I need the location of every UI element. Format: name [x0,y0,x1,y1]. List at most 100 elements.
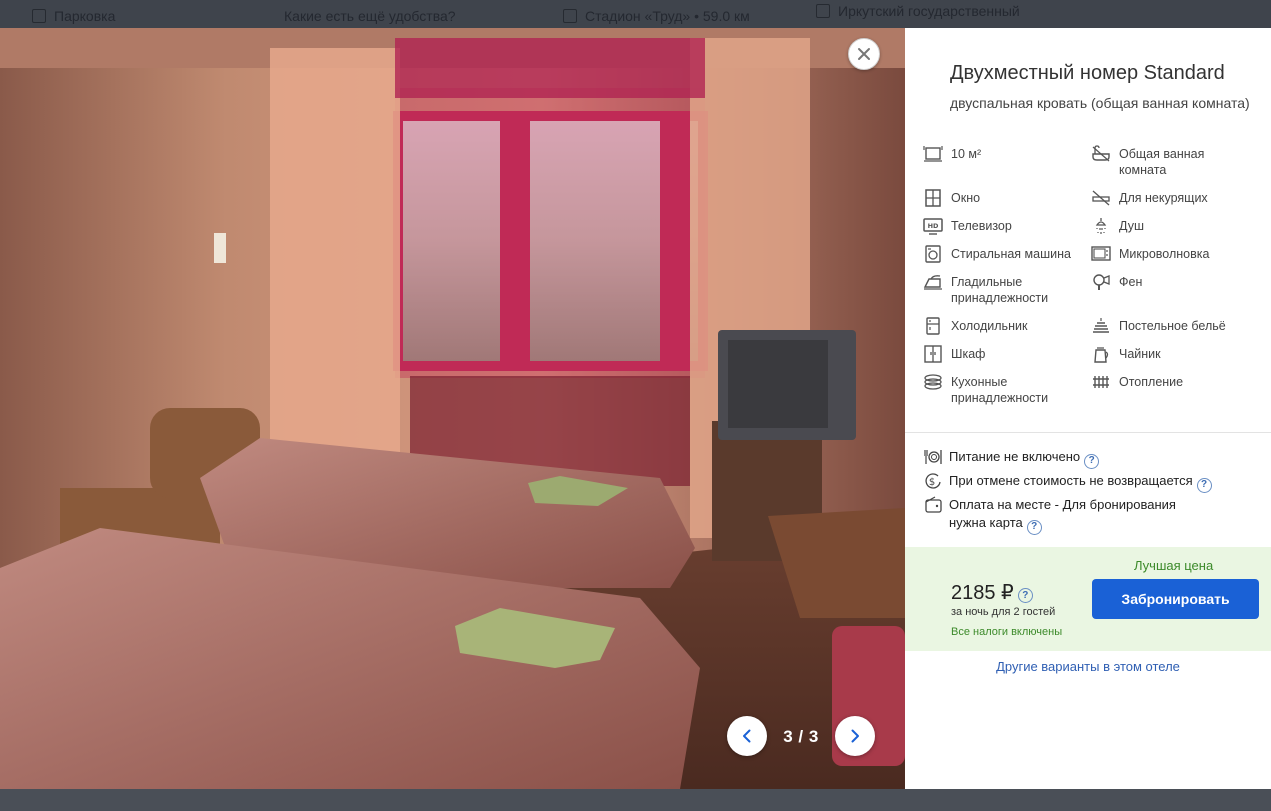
shower-icon [1091,217,1111,235]
bg-parking-label: Парковка [54,8,116,24]
amenity-washing-machine: Стиральная машина [923,245,1071,263]
background-page-strip: Парковка Какие есть ещё удобства? Стадио… [0,0,1271,28]
amenity-label: Общая ванная комната [1119,147,1205,177]
price-box: Лучшая цена 2185 ₽? за ночь для 2 гостей… [905,547,1271,651]
best-price-badge: Лучшая цена [1134,558,1214,573]
amenity-heating: Отопление [1091,374,1239,391]
fridge-icon [923,317,943,335]
bg-more-amenities-label: Какие есть ещё удобства? [284,8,456,24]
help-icon[interactable]: ? [1084,453,1100,469]
amenity-bed-linen: Постельное бельё [1091,318,1239,335]
hairdryer-icon [1091,273,1111,291]
price-value: 2185 ₽? [951,580,1033,605]
bg-stadium-label: Стадион «Труд» • 59.0 км [585,8,750,24]
svg-text:HD: HD [928,222,939,230]
amenity-label: Гладильные принадлежности [951,275,1049,305]
background-page-bottom [0,789,1271,811]
washing-machine-icon [923,245,943,263]
policy-meals-text: Питание не включено? [949,448,1100,469]
help-icon[interactable]: ? [1026,519,1042,535]
svg-text:$: $ [929,477,935,488]
amenity-label: Телевизор [951,219,1012,233]
room-photo-image [0,28,905,789]
section-divider [905,432,1271,433]
stadium-icon [563,9,577,23]
previous-photo-button[interactable] [727,716,767,756]
room-photo: 3 / 3 [0,28,905,789]
meal-icon [923,448,943,466]
wardrobe-icon [923,345,943,363]
bg-more-amenities-link: Какие есть ещё удобства? [284,8,456,24]
iron-icon [923,273,943,291]
amenity-shared-bathroom: Общая ванная комната [1091,145,1239,178]
policy-refund-text: При отмене стоимость не возвращается? [949,472,1212,493]
area-icon [923,145,943,163]
kitchenware-icon [923,373,943,391]
amenity-label: Для некурящих [1119,191,1208,205]
amenity-label: Кухонные принадлежности [951,375,1049,405]
amenity-tv: HD Телевизор [923,218,1071,235]
bg-university-item: Иркутский государственный [816,3,1020,19]
amenity-label: Чайник [1119,347,1161,361]
policy-payment-text: Оплата на месте - Для бронирования нужна… [949,496,1199,535]
amenity-wardrobe: Шкаф [923,345,1071,363]
price-amount: 2185 ₽ [951,582,1014,604]
amenity-label: Шкаф [951,347,986,361]
book-button[interactable]: Забронировать [1092,579,1259,619]
kettle-icon [1091,345,1111,363]
amenity-non-smoking: Для некурящих [1091,190,1239,207]
policy-label: При отмене стоимость не возвращается [949,473,1193,488]
amenity-label: Стиральная машина [951,247,1071,261]
wallet-icon [923,496,943,514]
tv-icon: HD [923,217,943,235]
price-per-night: за ночь для 2 гостей [951,606,1056,618]
help-icon[interactable]: ? [1196,477,1212,493]
other-options-link[interactable]: Другие варианты в этом отеле [905,659,1271,674]
amenity-label: Окно [951,191,981,205]
amenity-area: 10 м² [923,146,1071,163]
amenity-label: Душ [1119,219,1145,233]
bg-university-label: Иркутский государственный [838,3,1020,19]
bathtub-icon [1091,145,1111,163]
next-photo-button[interactable] [835,716,875,756]
heating-icon [1091,373,1111,391]
bg-parking-item: Парковка [32,8,115,24]
microwave-icon [1091,245,1111,263]
close-button[interactable] [848,38,880,70]
amenity-label: Фен [1119,275,1143,289]
chevron-right-icon [851,729,859,743]
no-smoking-icon [1091,189,1111,207]
policy-label: Оплата на месте - Для бронирования нужна… [949,497,1176,530]
room-title: Двухместный номер Standard [950,62,1225,84]
amenity-kettle: Чайник [1091,346,1239,363]
taxes-included: Все налоги включены [951,626,1063,638]
university-icon [816,4,830,18]
amenity-label: Микроволновка [1119,247,1210,261]
amenity-window: Окно [923,189,1071,207]
amenity-hairdryer: Фен [1091,274,1239,291]
amenity-label: Холодильник [951,319,1028,333]
amenity-kitchenware: Кухонные принадлежности [923,374,1071,406]
policy-payment: Оплата на месте - Для бронирования нужна… [923,496,1223,535]
amenity-fridge: Холодильник [923,317,1071,335]
room-subtitle: двуспальная кровать (общая ванная комнат… [950,95,1250,111]
chevron-left-icon [743,729,751,743]
policy-refund: $ При отмене стоимость не возвращается? [923,472,1212,493]
amenity-label: Постельное бельё [1119,319,1226,333]
policy-meals: Питание не включено? [923,448,1100,469]
bed-linen-icon [1091,317,1111,335]
amenity-ironing: Гладильные принадлежности [923,274,1071,306]
parking-icon [32,9,46,23]
policy-label: Питание не включено [949,449,1081,464]
price-help-icon[interactable]: ? [1017,588,1033,603]
amenity-label: Отопление [1119,375,1184,389]
room-details-panel: Двухместный номер Standard двуспальная к… [905,28,1271,789]
amenity-shower: Душ [1091,218,1239,235]
bg-stadium-item: Стадион «Труд» • 59.0 км [563,8,750,24]
window-icon [923,189,943,207]
close-icon [858,48,870,60]
amenity-microwave: Микроволновка [1091,246,1239,263]
amenity-label: 10 м² [951,147,982,161]
photo-counter: 3 / 3 [783,727,819,746]
refund-icon: $ [923,472,943,490]
